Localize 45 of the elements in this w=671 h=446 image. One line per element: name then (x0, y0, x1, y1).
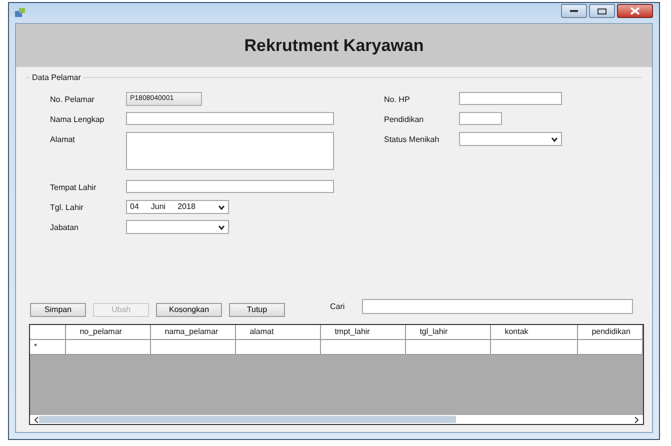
form-button[interactable]: Kosongkan (156, 303, 222, 317)
search-label: Cari (330, 301, 345, 313)
table-cell[interactable] (578, 340, 644, 355)
scroll-left-icon[interactable] (34, 416, 39, 422)
minimize-button[interactable] (561, 4, 587, 18)
search-field[interactable] (362, 298, 633, 314)
form-title: Rekrutment Karyawan (16, 24, 652, 67)
input-field[interactable] (126, 112, 334, 125)
row-marker: * (34, 341, 38, 353)
close-button[interactable] (617, 4, 653, 18)
field-label: No. HP (384, 94, 411, 106)
table-cell[interactable] (150, 340, 236, 355)
close-icon (630, 7, 640, 15)
dropdown-field[interactable] (459, 132, 562, 146)
date-part: 2018 (178, 201, 196, 213)
maximize-icon (597, 8, 607, 14)
maximize-button[interactable] (589, 4, 615, 18)
table-cell[interactable] (406, 340, 491, 355)
scrollbar-thumb[interactable] (39, 416, 456, 423)
date-part: Juni (150, 201, 166, 213)
app-icon (15, 8, 26, 18)
input-field[interactable] (126, 180, 334, 193)
table-cell[interactable] (236, 340, 321, 355)
table-cell[interactable] (320, 340, 406, 355)
field-label: Tgl. Lahir (50, 202, 84, 214)
input-field[interactable] (459, 92, 562, 105)
form-button[interactable]: Tutup (229, 303, 285, 317)
form-button[interactable]: Simpan (30, 303, 86, 317)
scroll-right-icon[interactable] (634, 416, 639, 422)
field-label: Jabatan (50, 222, 80, 234)
input-field[interactable] (459, 112, 502, 125)
table-cell[interactable] (490, 340, 578, 355)
minimize-icon (569, 9, 579, 13)
table-cell[interactable] (66, 340, 151, 355)
field-label: No. Pelamar (50, 94, 96, 106)
field-label: Pendidikan (384, 114, 425, 126)
field-label: Nama Lengkap (50, 114, 106, 126)
date-picker[interactable]: 04 Juni 2018 (126, 200, 229, 214)
field-label: Alamat (50, 134, 76, 146)
date-part: 04 (130, 201, 139, 213)
field-label: Status Menikah (384, 134, 440, 146)
address-field[interactable] (126, 132, 334, 170)
horizontal-scrollbar[interactable] (30, 415, 643, 424)
dropdown-field[interactable] (126, 220, 229, 234)
field-label: Tempat Lahir (50, 182, 98, 194)
